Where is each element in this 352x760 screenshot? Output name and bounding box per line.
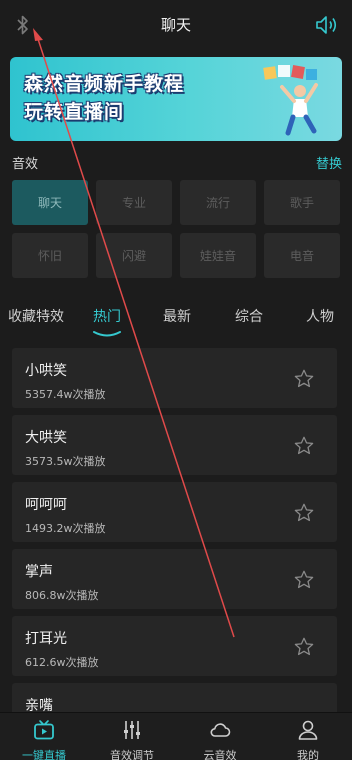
nav-label: 云音效 <box>203 749 237 760</box>
banner-illustration <box>263 65 318 136</box>
bottom-nav: 一键直播 音效调节 云音效 我的 <box>0 712 352 760</box>
list-item[interactable]: 打耳光 612.6w次播放 <box>12 616 337 676</box>
live-tv-icon <box>34 720 54 740</box>
list-item[interactable]: 掌声 806.8w次播放 <box>12 549 337 609</box>
effect-button-electronic[interactable]: 电音 <box>264 233 340 278</box>
star-icon[interactable] <box>293 502 315 524</box>
nav-label: 音效调节 <box>110 749 154 760</box>
tab-people[interactable]: 人物 <box>306 306 334 326</box>
sound-name: 掌声 <box>25 564 53 580</box>
effect-button-chat[interactable]: 聊天 <box>12 180 88 225</box>
tab-favorites[interactable]: 收藏特效 <box>8 306 64 326</box>
nav-cloud-effects[interactable]: 云音效 <box>176 713 264 760</box>
effects-section-label: 音效 <box>12 157 39 172</box>
equalizer-icon <box>124 721 140 739</box>
active-tab-indicator <box>93 331 121 337</box>
tab-latest[interactable]: 最新 <box>163 306 191 326</box>
star-icon[interactable] <box>293 368 315 390</box>
effect-button-pop[interactable]: 流行 <box>180 180 256 225</box>
sound-name: 大哄笑 <box>25 430 67 446</box>
tutorial-banner[interactable]: 森然音频新手教程 玩转直播间 <box>10 57 342 141</box>
nav-label: 一键直播 <box>22 749 66 760</box>
sound-name: 小哄笑 <box>25 363 67 379</box>
banner-title-line1: 森然音频新手教程 <box>24 73 185 95</box>
play-count: 5357.4w次播放 <box>25 388 106 401</box>
nav-mine[interactable]: 我的 <box>264 713 352 760</box>
nav-sound-adjust[interactable]: 音效调节 <box>88 713 176 760</box>
list-item[interactable]: 大哄笑 3573.5w次播放 <box>12 415 337 475</box>
category-tabs: 收藏特效 热门 最新 综合 人物 <box>0 300 352 340</box>
cloud-icon <box>210 723 231 737</box>
header: 聊天 <box>0 0 352 52</box>
tab-general[interactable]: 综合 <box>235 306 263 326</box>
list-item[interactable]: 小哄笑 5357.4w次播放 <box>12 348 337 408</box>
effect-button-pro[interactable]: 专业 <box>96 180 172 225</box>
effect-button-nostalgia[interactable]: 怀旧 <box>12 233 88 278</box>
list-item[interactable]: 呵呵呵 1493.2w次播放 <box>12 482 337 542</box>
play-count: 806.8w次播放 <box>25 589 99 602</box>
play-count: 3573.5w次播放 <box>25 455 106 468</box>
star-icon[interactable] <box>293 435 315 457</box>
nav-one-click-live[interactable]: 一键直播 <box>0 713 88 760</box>
play-count: 1493.2w次播放 <box>25 522 106 535</box>
page-title: 聊天 <box>160 16 191 34</box>
star-icon[interactable] <box>293 569 315 591</box>
star-icon[interactable] <box>293 636 315 658</box>
switch-button[interactable]: 替换 <box>316 153 342 172</box>
sound-name: 打耳光 <box>25 631 67 647</box>
tab-hot[interactable]: 热门 <box>93 306 121 326</box>
effect-button-singer[interactable]: 歌手 <box>264 180 340 225</box>
user-icon <box>298 720 318 740</box>
banner-title-line2: 玩转直播间 <box>24 101 125 123</box>
volume-icon[interactable] <box>314 13 340 37</box>
sound-name: 呵呵呵 <box>25 497 67 513</box>
effect-button-dodge[interactable]: 闪避 <box>96 233 172 278</box>
effect-button-baby-voice[interactable]: 娃娃音 <box>180 233 256 278</box>
play-count: 612.6w次播放 <box>25 656 99 669</box>
nav-label: 我的 <box>297 749 319 760</box>
